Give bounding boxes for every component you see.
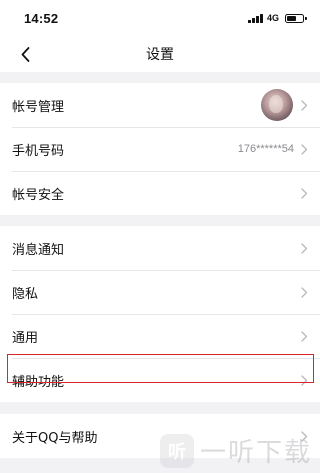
phone-number-value: 176******54 bbox=[237, 143, 294, 155]
back-button[interactable] bbox=[10, 36, 40, 72]
row-label: 辅助功能 bbox=[12, 374, 65, 390]
status-indicators: 4G bbox=[248, 13, 307, 23]
row-label: 帐号安全 bbox=[12, 187, 65, 203]
page-title: 设置 bbox=[146, 47, 174, 63]
status-time: 14:52 bbox=[24, 10, 59, 26]
settings-group-about: 关于QQ与帮助 bbox=[0, 414, 320, 458]
chevron-left-icon bbox=[21, 46, 29, 62]
chevron-right-icon bbox=[301, 242, 308, 254]
settings-row-accessibility[interactable]: 辅助功能 bbox=[0, 358, 320, 402]
avatar bbox=[261, 89, 293, 121]
settings-row-privacy[interactable]: 隐私 bbox=[0, 270, 320, 314]
row-label: 隐私 bbox=[12, 286, 39, 302]
settings-row-account-management[interactable]: 帐号管理 bbox=[0, 83, 320, 127]
chevron-right-icon bbox=[301, 286, 308, 298]
row-label: 手机号码 bbox=[12, 143, 65, 159]
settings-row-account-security[interactable]: 帐号安全 bbox=[0, 171, 320, 215]
row-label: 通用 bbox=[12, 330, 39, 346]
row-label: 帐号管理 bbox=[12, 99, 65, 115]
chevron-right-icon bbox=[301, 330, 308, 342]
battery-icon bbox=[285, 13, 307, 23]
chevron-right-icon bbox=[301, 430, 308, 442]
settings-row-about-help[interactable]: 关于QQ与帮助 bbox=[0, 414, 320, 458]
status-bar: 14:52 4G bbox=[0, 0, 320, 36]
settings-group-account: 帐号管理 手机号码 176******54 帐号安全 bbox=[0, 83, 320, 215]
navigation-bar: 设置 bbox=[0, 36, 320, 72]
settings-row-general[interactable]: 通用 bbox=[0, 314, 320, 358]
settings-row-notifications[interactable]: 消息通知 bbox=[0, 226, 320, 270]
chevron-right-icon bbox=[301, 143, 308, 155]
chevron-right-icon bbox=[301, 99, 308, 111]
settings-group-general: 消息通知 隐私 通用 辅助功能 bbox=[0, 226, 320, 402]
settings-row-phone-number[interactable]: 手机号码 176******54 bbox=[0, 127, 320, 171]
row-label: 消息通知 bbox=[12, 242, 65, 258]
row-label: 关于QQ与帮助 bbox=[12, 430, 98, 446]
chevron-right-icon bbox=[301, 374, 308, 386]
chevron-right-icon bbox=[301, 187, 308, 199]
cellular-signal-icon bbox=[248, 13, 263, 23]
network-type: 4G bbox=[266, 13, 279, 23]
